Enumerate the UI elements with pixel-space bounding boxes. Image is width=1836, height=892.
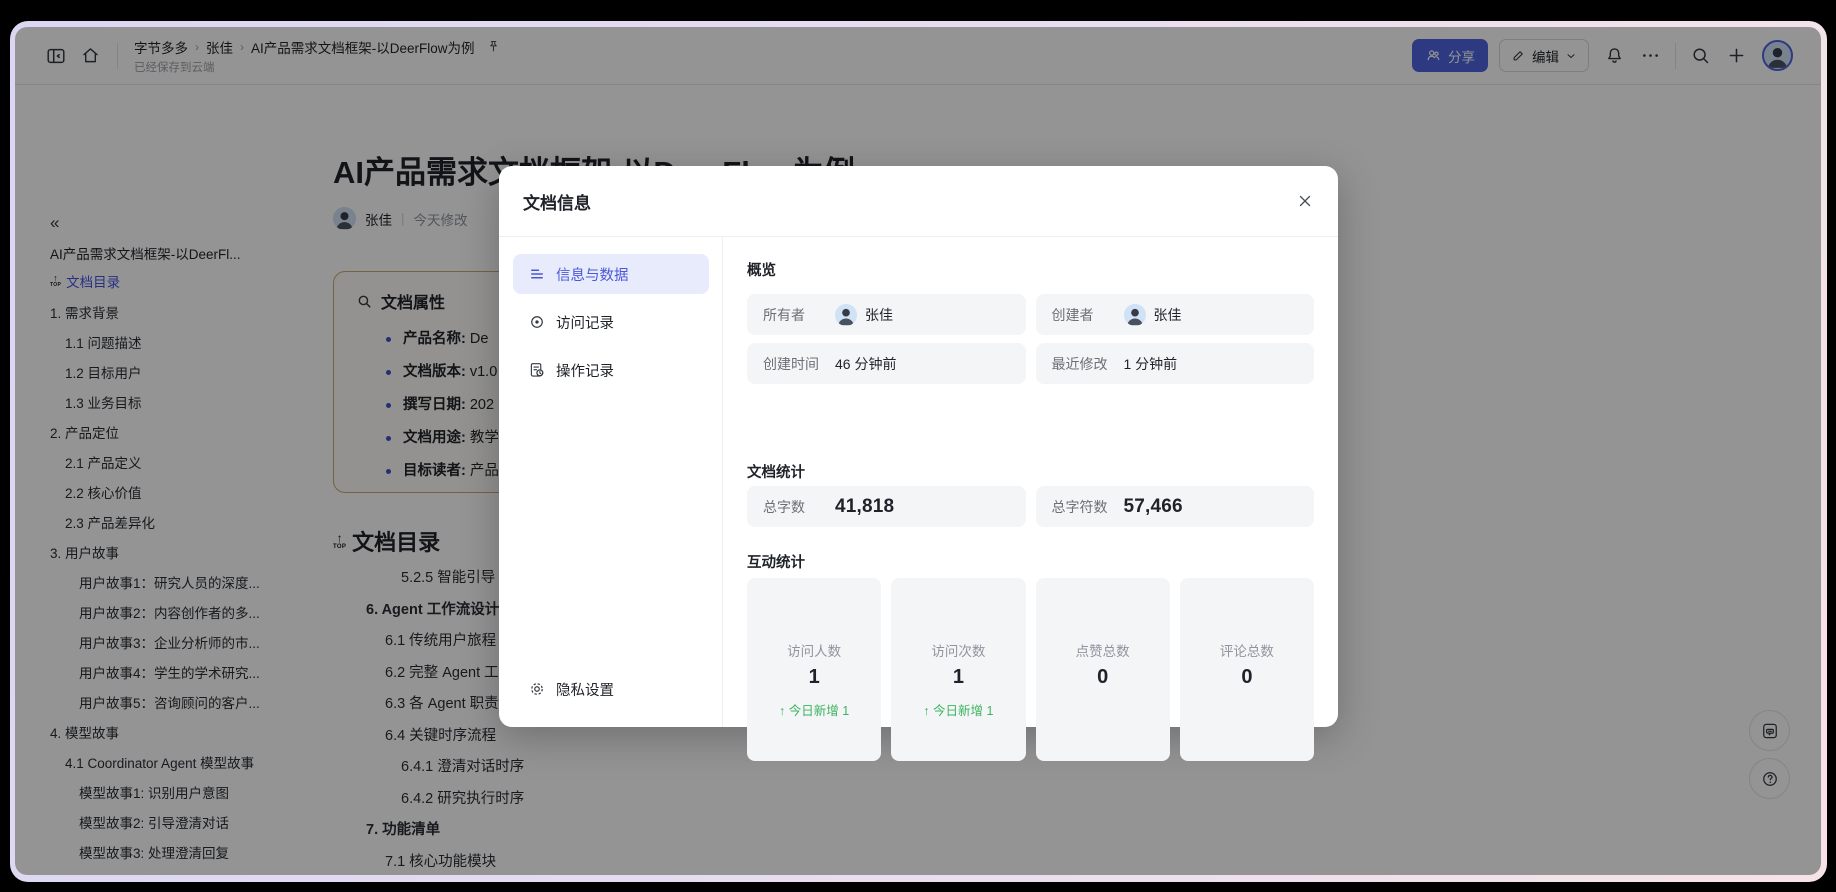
interaction-stat-card: 评论总数 0 <box>1179 578 1314 761</box>
modal-nav-label: 信息与数据 <box>556 267 629 284</box>
modal-nav: 隐私设置 信息与数据访问记录操作记录 <box>499 237 723 727</box>
doc-stats-grid: 总字数 41,818 总字符数 57,466 <box>747 486 1314 527</box>
app-window: 字节多多 › 张佳 › AI产品需求文档框架-以DeerFlow为例 已经保存到云端 分… <box>15 27 1821 875</box>
modal-nav-item[interactable]: 操作记录 <box>513 350 709 390</box>
interaction-stat-card: 访问次数 1 ↑ 今日新增 1 <box>891 578 1026 761</box>
doc-stats-heading: 文档统计 <box>747 465 805 481</box>
overview-grid: 所有者 张佳 创建者 张佳创建时间 46 分钟前 最近修改 1 分钟前 <box>747 294 1314 384</box>
overview-pill: 创建者 张佳 <box>1035 294 1314 335</box>
card-value: 1 <box>952 666 964 688</box>
modal-header: 文档信息 <box>499 166 1338 237</box>
member-avatar <box>835 303 857 326</box>
card-label: 访问次数 <box>931 644 986 659</box>
history-icon <box>528 361 546 379</box>
desktop: 字节多多 › 张佳 › AI产品需求文档框架-以DeerFlow为例 已经保存到云端 分… <box>0 0 1836 892</box>
member-avatar <box>1123 303 1146 326</box>
privacy-settings-item[interactable]: 隐私设置 <box>513 669 709 709</box>
card-label: 点赞总数 <box>1075 644 1130 659</box>
overview-heading: 概览 <box>747 263 776 279</box>
interaction-stats-heading: 互动统计 <box>747 555 805 571</box>
card-label: 访问人数 <box>787 644 842 659</box>
pill-value: 46 分钟前 <box>835 354 896 374</box>
list-icon <box>528 265 546 283</box>
pill-value-text: 46 分钟前 <box>835 355 897 372</box>
card-value: 0 <box>1241 666 1253 688</box>
close-icon[interactable] <box>1296 192 1314 210</box>
pill-value-text: 张佳 <box>1153 306 1182 323</box>
card-label: 评论总数 <box>1219 644 1274 659</box>
overview-pill: 所有者 张佳 <box>747 294 1026 335</box>
pill-value-text: 张佳 <box>865 306 893 323</box>
overview-pill: 最近修改 1 分钟前 <box>1035 343 1314 384</box>
overview-pill: 创建时间 46 分钟前 <box>747 343 1026 384</box>
modal-nav-item[interactable]: 访问记录 <box>513 302 709 342</box>
modal-title: 文档信息 <box>523 193 591 213</box>
stat-value: 57,466 <box>1123 495 1183 517</box>
interaction-cards: 访问人数 1 ↑ 今日新增 1 访问次数 1 ↑ 今日新增 1 点赞总数 0 评论总数 0 <box>747 578 1314 761</box>
doc-stat-pill: 总字数 41,818 <box>747 486 1026 527</box>
pill-label: 总字符数 <box>1051 498 1108 515</box>
stat-value: 41,818 <box>835 495 895 517</box>
interaction-stat-card: 点赞总数 0 <box>1035 578 1170 761</box>
modal-nav-label: 访问记录 <box>556 315 614 332</box>
doc-info-modal: 文档信息 隐私设置 信息与数据访问记录操作记录 概览 所有者 张佳 创建者 张佳创建时… <box>499 166 1338 761</box>
pill-label: 最近修改 <box>1051 355 1108 372</box>
privacy-settings-label: 隐私设置 <box>556 682 614 699</box>
target-icon <box>528 313 546 331</box>
pill-value: 张佳 <box>835 303 893 326</box>
pill-label: 创建时间 <box>763 355 819 372</box>
modal-nav-label: 操作记录 <box>556 363 614 380</box>
card-value: 0 <box>1097 666 1109 688</box>
card-delta: ↑ 今日新增 1 <box>923 704 994 718</box>
modal-body: 概览 所有者 张佳 创建者 张佳创建时间 46 分钟前 最近修改 1 分钟前 文档统计 总字… <box>723 237 1338 761</box>
pill-value-text: 1 分钟前 <box>1123 355 1178 372</box>
card-value: 1 <box>808 666 820 688</box>
pill-label: 创建者 <box>1051 306 1094 323</box>
modal-nav-item[interactable]: 信息与数据 <box>513 254 709 294</box>
pill-value: 1 分钟前 <box>1124 354 1178 374</box>
doc-stat-pill: 总字符数 57,466 <box>1035 486 1314 527</box>
pill-label: 所有者 <box>763 306 805 323</box>
interaction-stat-card: 访问人数 1 ↑ 今日新增 1 <box>747 578 882 761</box>
pill-value: 张佳 <box>1123 303 1182 326</box>
gear-icon <box>528 680 546 698</box>
card-delta: ↑ 今日新增 1 <box>779 704 850 718</box>
pill-label: 总字数 <box>763 498 805 515</box>
